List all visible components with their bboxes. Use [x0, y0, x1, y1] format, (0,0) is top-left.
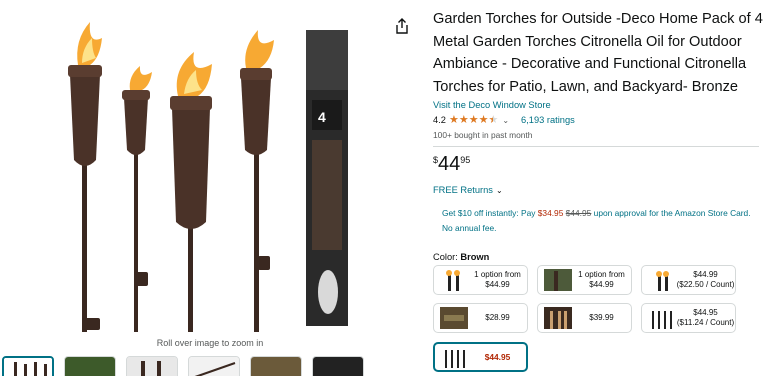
share-icon — [396, 18, 408, 34]
zoom-hint: Roll over image to zoom in — [156, 338, 264, 348]
color-value: Brown — [460, 252, 490, 263]
option-tile[interactable]: $44.95 ($11.24 / Count) — [641, 303, 736, 333]
star-icon: ★ — [458, 113, 469, 126]
option-text: $44.99 ($22.50 / Count) — [676, 270, 735, 289]
option-tile[interactable]: $44.99 ($22.50 / Count) — [641, 265, 736, 295]
thumbnail-5[interactable] — [250, 356, 302, 376]
promo-text-prefix[interactable]: Get $10 off instantly: Pay — [442, 208, 538, 218]
product-title: Garden Torches for Outside -Deco Home Pa… — [433, 11, 763, 95]
chevron-down-icon[interactable]: ⌄ — [502, 116, 509, 125]
option-swatch — [544, 307, 572, 329]
share-button[interactable] — [392, 16, 412, 36]
free-returns-label: FREE Returns — [433, 185, 493, 196]
ratings-count-link[interactable]: 6,193 ratings — [521, 115, 575, 125]
option-swatch — [544, 269, 572, 291]
card-promo: Get $10 off instantly: Pay $34.95 $44.95… — [442, 206, 758, 236]
star-icon: ★ — [478, 113, 489, 126]
thumbnail-6[interactable] — [312, 356, 364, 376]
option-tile[interactable]: $28.99 — [433, 303, 528, 333]
option-text: $44.95 ($11.24 / Count) — [676, 308, 735, 327]
option-swatch — [446, 270, 460, 291]
color-label-text: Color: — [433, 252, 461, 263]
option-tile[interactable]: 1 option from $44.99 — [433, 265, 528, 295]
half-star-icon: ★ — [488, 113, 499, 126]
thumbnail-strip — [0, 356, 420, 376]
option-swatch — [445, 350, 465, 368]
star-rating[interactable]: ★ ★ ★ ★ ★ — [448, 113, 499, 126]
promo-original-price: $44.95 — [565, 208, 592, 219]
torch-image — [68, 22, 102, 332]
rating-row: 4.2 ★ ★ ★ ★ ★ ⌄ 6,193 ratings — [433, 114, 763, 126]
option-text: $28.99 — [485, 313, 510, 322]
star-icon: ★ — [468, 113, 479, 126]
product-info: Garden Torches for Outside -Deco Home Pa… — [433, 8, 763, 262]
free-returns-link[interactable]: FREE Returns ⌄ — [433, 185, 503, 195]
rating-value: 4.2 — [433, 115, 446, 126]
package-box-image: 4 — [306, 30, 348, 326]
thumbnail-4[interactable] — [188, 356, 240, 376]
price: $ 44 95 — [433, 153, 763, 177]
star-icon: ★ — [448, 113, 459, 126]
option-text: 1 option from $44.99 — [474, 270, 521, 289]
option-tile[interactable]: $39.99 — [537, 303, 632, 333]
image-gallery: 4 Roll over image to zoom in — [0, 0, 420, 376]
store-link[interactable]: Visit the Deco Window Store — [433, 100, 763, 110]
thumbnail-1[interactable] — [2, 356, 54, 376]
option-text: $39.99 — [589, 313, 614, 322]
chevron-down-icon: ⌄ — [495, 185, 503, 195]
main-product-image[interactable]: 4 — [60, 0, 360, 332]
divider — [433, 146, 759, 148]
box-count-label: 4 — [318, 109, 326, 125]
option-swatch — [440, 307, 468, 329]
promo-sale-price: $34.95 — [537, 208, 564, 219]
option-tile-selected[interactable]: $44.95 — [433, 342, 528, 372]
thumbnail-2[interactable] — [64, 356, 116, 376]
option-text: $44.95 — [484, 352, 511, 362]
option-swatch — [652, 311, 672, 329]
option-swatch — [656, 271, 669, 291]
thumbnail-3[interactable] — [126, 356, 178, 376]
price-whole: 44 — [438, 153, 461, 176]
bought-count: 100+ bought in past month — [433, 130, 533, 141]
option-text: 1 option from $44.99 — [578, 270, 625, 289]
price-fraction: 95 — [460, 155, 471, 166]
option-tile[interactable]: 1 option from $44.99 — [537, 265, 632, 295]
color-label: Color: Brown — [433, 252, 763, 262]
